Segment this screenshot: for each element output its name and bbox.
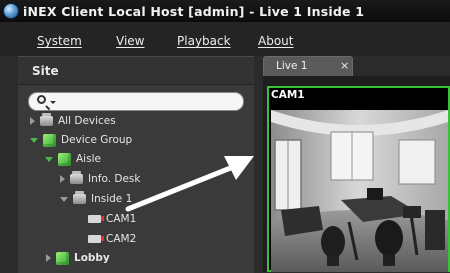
- tree-item-aisle[interactable]: Aisle: [45, 150, 101, 168]
- tree-item-label: CAM2: [106, 233, 137, 245]
- app-logo-icon: [3, 3, 19, 19]
- camera-icon: [88, 215, 104, 223]
- camera-tile[interactable]: CAM1: [267, 86, 450, 272]
- window-title: iNEX Client Local Host [admin] - Live 1 …: [23, 3, 365, 19]
- collapse-arrow-icon[interactable]: [30, 137, 38, 143]
- tree-item-cam1[interactable]: CAM1: [88, 210, 136, 228]
- menu-about[interactable]: About: [258, 34, 294, 48]
- close-icon[interactable]: ×: [340, 59, 349, 72]
- device-icon: [70, 171, 83, 184]
- tree-item-lobby[interactable]: Lobby: [46, 249, 110, 267]
- group-icon: [58, 152, 71, 166]
- tree-item-device-group[interactable]: Device Group: [30, 131, 132, 149]
- menu-bar: System View Playback About: [0, 22, 450, 56]
- group-icon: [43, 133, 56, 147]
- chevron-down-icon[interactable]: [50, 101, 56, 104]
- search-icon: [37, 95, 46, 104]
- expand-arrow-icon[interactable]: [46, 254, 51, 262]
- collapse-arrow-icon[interactable]: [45, 156, 53, 162]
- tree-item-label: Lobby: [74, 252, 110, 264]
- tab-label: Live 1: [276, 60, 308, 72]
- tree-item-all-devices[interactable]: All Devices: [30, 112, 116, 130]
- tree-item-label: Device Group: [61, 134, 133, 146]
- tree-item-cam2[interactable]: CAM2: [88, 230, 136, 248]
- camera-icon: [88, 235, 104, 243]
- camera-feed-image: [271, 110, 448, 272]
- collapse-arrow-icon[interactable]: [60, 196, 68, 202]
- tree-item-label: All Devices: [58, 115, 116, 127]
- tree-item-label: Info. Desk: [88, 173, 141, 185]
- device-icon: [40, 113, 53, 126]
- menu-view[interactable]: View: [116, 34, 144, 48]
- tree-item-label: Aisle: [76, 153, 101, 165]
- tree-item-label: Inside 1: [91, 193, 133, 205]
- tree-item-inside-1[interactable]: Inside 1: [60, 190, 132, 208]
- tree-item-label: CAM1: [106, 213, 137, 225]
- camera-label: CAM1: [271, 89, 305, 101]
- expand-arrow-icon[interactable]: [60, 175, 65, 183]
- tree-item-info-desk[interactable]: Info. Desk: [60, 170, 140, 188]
- menu-playback[interactable]: Playback: [177, 34, 231, 48]
- expand-arrow-icon[interactable]: [30, 117, 35, 125]
- site-panel: Site All Devices Device Group Aisle Info…: [18, 56, 254, 273]
- menu-system[interactable]: System: [37, 34, 82, 48]
- site-panel-header: Site: [18, 57, 254, 85]
- device-icon: [73, 191, 86, 204]
- title-bar: iNEX Client Local Host [admin] - Live 1 …: [0, 0, 450, 22]
- tab-live-1[interactable]: Live 1 ×: [263, 56, 353, 76]
- group-icon: [56, 251, 69, 265]
- search-input[interactable]: [28, 92, 244, 111]
